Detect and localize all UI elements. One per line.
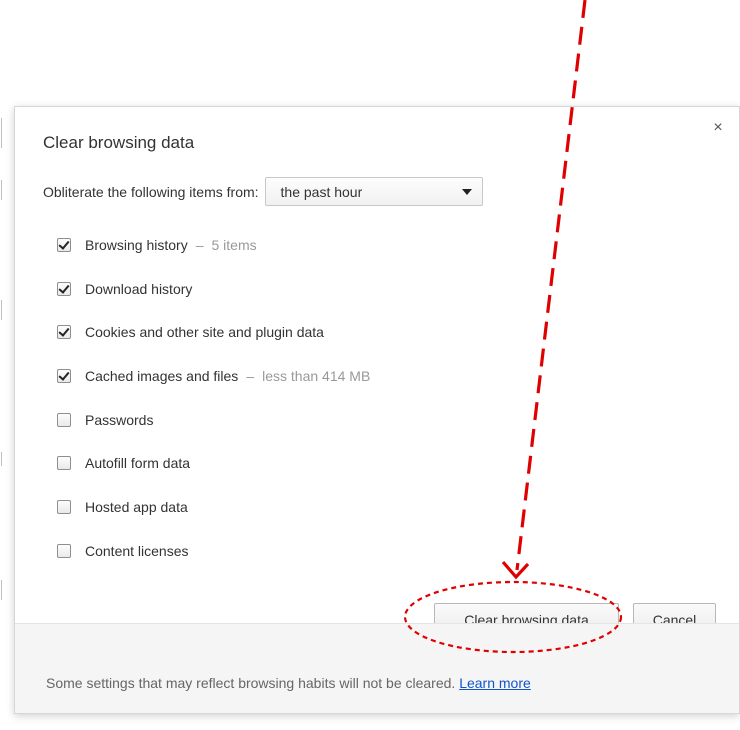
checkbox-label: Browsing history xyxy=(85,236,188,253)
detail-separator: – xyxy=(246,367,255,384)
checkbox-label: Cookies and other site and plugin data xyxy=(85,324,324,341)
time-range-row: Obliterate the following items from: the… xyxy=(43,177,483,206)
checkbox[interactable] xyxy=(57,281,71,296)
checkbox-row-cached-images[interactable]: Cached images and files – less than 414 … xyxy=(57,354,370,398)
checkbox-label: Content licenses xyxy=(85,542,189,559)
dialog-title: Clear browsing data xyxy=(43,133,195,152)
close-icon[interactable]: × xyxy=(709,119,727,137)
item-detail: less than 414 MB xyxy=(262,367,371,384)
footer-text: Some settings that may reflect browsing … xyxy=(46,675,456,691)
checkbox[interactable] xyxy=(57,543,71,558)
checkbox-label: Autofill form data xyxy=(85,455,191,472)
checkbox[interactable] xyxy=(57,499,71,514)
checkbox[interactable] xyxy=(57,325,71,340)
footer-note: Some settings that may reflect browsing … xyxy=(46,675,531,691)
checkbox-label: Download history xyxy=(85,280,193,297)
checkbox-row-hosted-app-data[interactable]: Hosted app data xyxy=(57,485,370,529)
page-left-edge xyxy=(0,0,3,730)
checkbox[interactable] xyxy=(57,456,71,471)
checkbox-label: Passwords xyxy=(85,411,154,428)
detail-separator: – xyxy=(195,236,204,253)
dropdown-arrow-icon xyxy=(461,189,472,195)
checkbox[interactable] xyxy=(57,368,71,383)
time-range-value: the past hour xyxy=(280,183,363,200)
checkbox-row-content-licenses[interactable]: Content licenses xyxy=(57,529,370,573)
dialog-footer: Some settings that may reflect browsing … xyxy=(15,623,739,713)
checkbox-row-browsing-history[interactable]: Browsing history – 5 items xyxy=(57,223,370,267)
learn-more-link[interactable]: Learn more xyxy=(459,675,531,691)
checkbox-label: Cached images and files xyxy=(85,367,239,384)
checkbox-label: Hosted app data xyxy=(85,498,188,515)
clear-browsing-data-dialog: Clear browsing data × Obliterate the fol… xyxy=(14,106,740,714)
checkbox-row-passwords[interactable]: Passwords xyxy=(57,398,370,442)
checkbox-row-autofill[interactable]: Autofill form data xyxy=(57,441,370,485)
checkbox[interactable] xyxy=(57,412,71,427)
item-detail: 5 items xyxy=(211,236,257,253)
time-range-select[interactable]: the past hour xyxy=(264,177,483,206)
checkbox-row-cookies[interactable]: Cookies and other site and plugin data xyxy=(57,310,370,354)
data-type-checklist: Browsing history – 5 items Download hist… xyxy=(57,223,370,573)
checkbox-row-download-history[interactable]: Download history xyxy=(57,267,370,311)
checkbox[interactable] xyxy=(57,237,71,252)
time-range-label: Obliterate the following items from: xyxy=(43,183,259,200)
